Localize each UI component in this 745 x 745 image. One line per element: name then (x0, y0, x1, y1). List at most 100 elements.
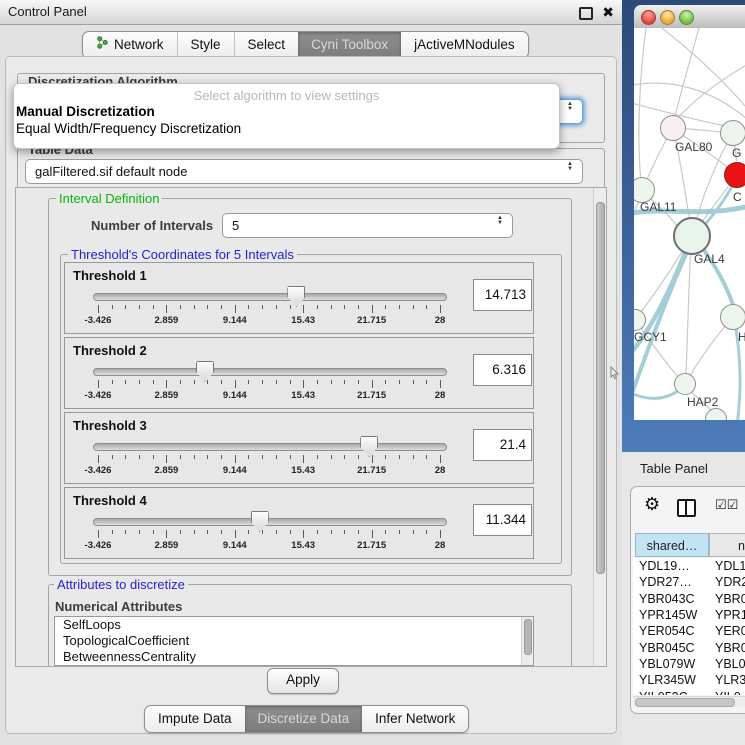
cell-name: YDR2 (707, 574, 745, 590)
tick-label: 21.715 (344, 540, 400, 551)
threshold-panel-1: Threshold 1-3.4262.8599.14415.4321.71528… (64, 262, 534, 334)
table-row[interactable]: YPR145WYPR1 (633, 607, 745, 623)
tab-label: jActiveMNodules (414, 32, 515, 58)
table-row[interactable]: YIL052CYIL0 (633, 689, 745, 695)
algorithm-option-equal-width-frequency-discretization[interactable]: Equal Width/Frequency Discretization (14, 120, 559, 137)
tick-mark (344, 380, 345, 384)
cyni-mode-tabbar: Impute DataDiscretize DataInfer Network (144, 705, 469, 733)
tick-mark (440, 380, 441, 388)
network-node-gal80[interactable] (660, 115, 686, 141)
tick-mark (372, 380, 373, 388)
settings-scrollbar[interactable] (593, 188, 606, 666)
settings-scrollbar-thumb[interactable] (596, 202, 605, 574)
threshold-label: Threshold 3 (73, 418, 147, 433)
tick-mark (125, 380, 126, 384)
tab-discretize-data[interactable]: Discretize Data (245, 706, 363, 732)
select-columns-icon[interactable]: ☑☑ (715, 497, 738, 513)
tick-mark (262, 380, 263, 384)
threshold-value-field[interactable]: 11.344 (473, 504, 532, 536)
close-icon[interactable] (641, 10, 656, 25)
gear-icon[interactable]: ⚙ (644, 495, 660, 513)
network-node-hap2[interactable] (674, 373, 696, 395)
network-canvas[interactable]: GAL80GCGAL11GAL4GCY1HHAP2 (634, 28, 745, 420)
threshold-slider-thumb[interactable] (287, 286, 305, 307)
threshold-value-field[interactable]: 6.316 (473, 354, 532, 386)
tick-mark (207, 455, 208, 459)
attributes-scrollbar-thumb[interactable] (524, 619, 532, 655)
tick-mark (276, 530, 277, 534)
threshold-slider-track[interactable] (93, 368, 447, 376)
network-node-gal4[interactable] (673, 217, 711, 255)
apply-button[interactable]: Apply (267, 668, 339, 694)
minimize-icon[interactable] (660, 10, 675, 25)
table-row[interactable]: YBL079WYBL0 (633, 656, 745, 672)
threshold-slider-track[interactable] (93, 293, 447, 301)
tick-label: 21.715 (344, 315, 400, 326)
tab-impute-data[interactable]: Impute Data (145, 706, 245, 732)
number-of-intervals-value: 5 (232, 214, 239, 237)
table-hscrollbar-thumb[interactable] (635, 698, 735, 707)
tick-mark (153, 530, 154, 534)
tab-jactivemnodules[interactable]: jActiveMNodules (401, 32, 528, 58)
tick-mark (166, 305, 167, 313)
threshold-slider-thumb[interactable] (360, 436, 378, 457)
threshold-panel-3: Threshold 3-3.4262.8599.14415.4321.71528… (64, 412, 534, 484)
tick-label: 9.144 (207, 390, 263, 401)
close-window-icon[interactable]: ✖ (602, 2, 614, 22)
table-row[interactable]: YDR27…YDR2 (633, 574, 745, 590)
cell-name: YLR3 (707, 672, 745, 688)
tick-mark (303, 530, 304, 538)
threshold-slider-thumb[interactable] (251, 511, 269, 532)
threshold-slider-track[interactable] (93, 443, 447, 451)
attribute-item-topologicalcoefficient[interactable]: TopologicalCoefficient (55, 633, 533, 649)
attribute-item-selfloops[interactable]: SelfLoops (55, 617, 533, 633)
network-node-h[interactable] (720, 304, 745, 330)
attributes-scrollbar[interactable] (521, 617, 533, 665)
tick-mark (290, 530, 291, 534)
threshold-slider-track[interactable] (93, 518, 447, 526)
column-header-name[interactable]: n (709, 533, 745, 557)
threshold-slider-thumb[interactable] (196, 361, 214, 382)
threshold-value-field[interactable]: 21.4 (473, 429, 532, 461)
table-row[interactable]: YDL19…YDL1 (633, 558, 745, 574)
tab-infer-network[interactable]: Infer Network (362, 706, 468, 732)
combo-stepper-icon[interactable]: ▲▼ (495, 216, 505, 226)
number-of-intervals-combobox[interactable]: 5 ▲▼ (222, 213, 513, 238)
table-row[interactable]: YLR345WYLR3 (633, 672, 745, 688)
column-header-shared-name[interactable]: shared… (635, 533, 709, 557)
combo-stepper-icon[interactable]: ▲▼ (565, 102, 575, 112)
tick-mark (358, 455, 359, 459)
threshold-value-field[interactable]: 14.713 (473, 279, 532, 311)
network-node-c[interactable] (724, 162, 745, 188)
network-window-titlebar[interactable] (634, 5, 745, 29)
split-columns-icon[interactable] (677, 499, 696, 517)
network-node-label: C (733, 190, 742, 204)
tick-mark (153, 455, 154, 459)
network-node-g[interactable] (720, 120, 745, 146)
settings-scrollpane: Interval Definition Number of Intervals … (15, 187, 607, 667)
tick-mark (440, 305, 441, 313)
float-window-icon[interactable] (579, 7, 593, 20)
tick-mark (303, 455, 304, 463)
tick-mark (358, 530, 359, 534)
tick-mark (98, 380, 99, 388)
table-hscrollbar[interactable] (633, 696, 745, 707)
numerical-attributes-list[interactable]: SelfLoopsTopologicalCoefficientBetweenne… (54, 616, 534, 666)
tab-style[interactable]: Style (177, 32, 234, 58)
interval-definition-label: Interval Definition (56, 191, 162, 206)
algorithm-option-manual-discretization[interactable]: Manual Discretization (14, 103, 559, 120)
attribute-item-betweennesscentrality[interactable]: BetweennessCentrality (55, 649, 533, 665)
tab-select[interactable]: Select (234, 32, 299, 58)
tick-mark (207, 380, 208, 384)
zoom-icon[interactable] (679, 10, 694, 25)
table-row[interactable]: YBR045CYBR0 (633, 640, 745, 656)
tab-cyni-toolbox[interactable]: Cyni Toolbox (298, 32, 401, 58)
network-node-label: GAL4 (694, 252, 725, 266)
tab-network[interactable]: Network (83, 32, 177, 58)
table-row[interactable]: YBR043CYBR0 (633, 591, 745, 607)
table-row[interactable]: YER054CYER0 (633, 623, 745, 639)
thresholds-group-label: Threshold's Coordinates for 5 Intervals (68, 247, 297, 262)
combo-stepper-icon[interactable]: ▲▼ (565, 162, 575, 172)
table-data-combobox[interactable]: galFiltered.sif default node ▲▼ (25, 159, 583, 184)
attributes-group-label: Attributes to discretize (54, 577, 188, 592)
